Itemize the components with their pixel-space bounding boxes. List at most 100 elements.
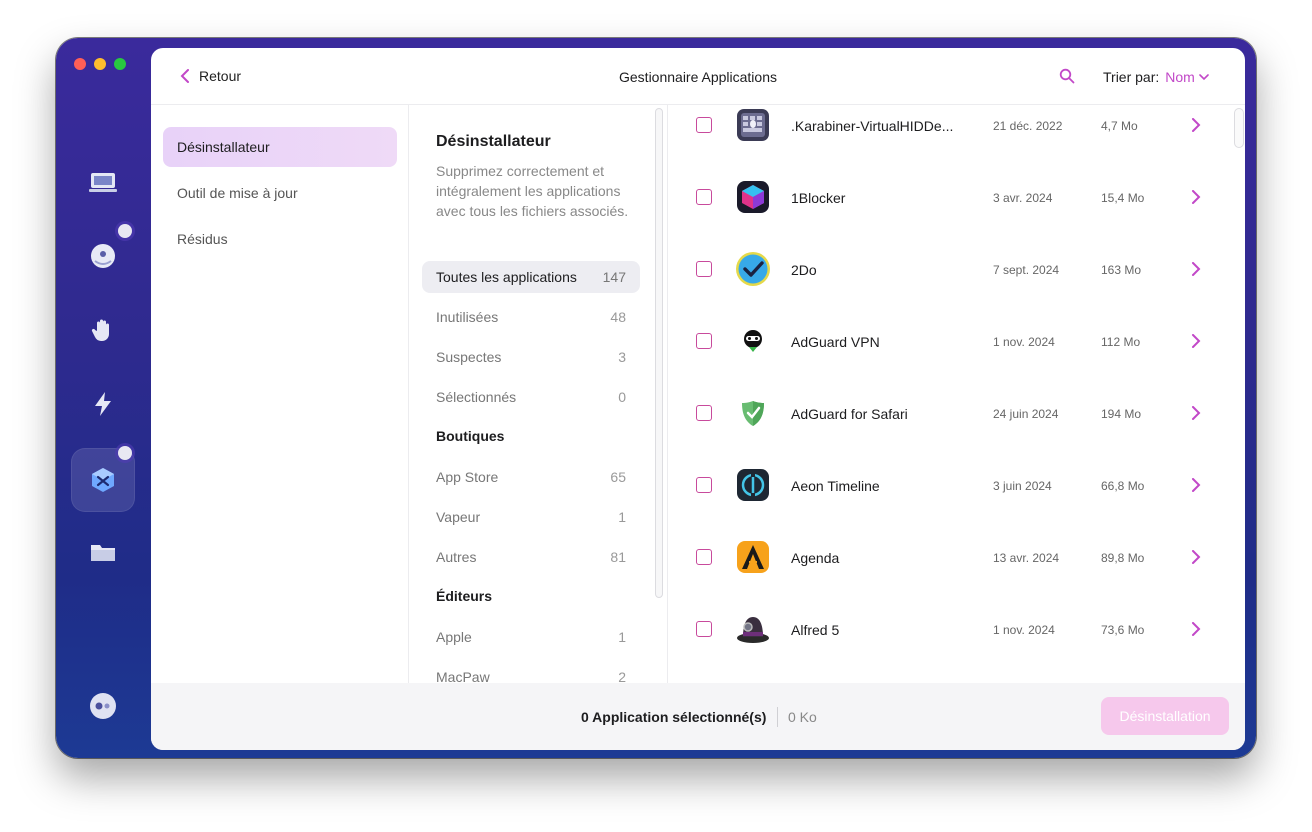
assistant-icon (90, 693, 116, 719)
shield-ball-icon (91, 244, 115, 268)
filter-count: 81 (610, 549, 626, 565)
monitor-icon (89, 173, 117, 192)
rail-item-cleanup[interactable] (71, 150, 135, 214)
app-date: 13 avr. 2024 (993, 551, 1060, 565)
lightning-icon (95, 392, 111, 416)
filter-panel: Désinstallateur Supprimez correctement e… (410, 105, 668, 683)
sort-label: Trier par: (1103, 69, 1160, 85)
sort-control[interactable]: Trier par: Nom (1103, 69, 1209, 85)
toolbar: Retour Gestionnaire Applications Trier p… (151, 48, 1245, 105)
filter-count: 0 (618, 389, 626, 405)
table-row[interactable]: Agenda 13 avr. 2024 89,8 Mo (669, 506, 1229, 578)
chevron-right-icon[interactable] (1191, 478, 1201, 492)
row-checkbox[interactable] (696, 189, 712, 205)
filter-heading: Désinstallateur (436, 133, 551, 150)
table-row[interactable]: .Karabiner-VirtualHIDDe... 21 déc. 2022 … (669, 105, 1229, 146)
alfred-icon (737, 617, 769, 643)
filter-scrollbar[interactable] (655, 108, 663, 598)
list-scrollbar[interactable] (1234, 108, 1244, 148)
row-checkbox[interactable] (696, 549, 712, 565)
app-size: 89,8 Mo (1101, 551, 1145, 565)
chevron-right-icon[interactable] (1191, 334, 1201, 348)
search-icon[interactable] (1059, 68, 1075, 84)
filter-count: 48 (610, 309, 626, 325)
app-list: .Karabiner-VirtualHIDDe... 21 déc. 2022 … (669, 105, 1245, 683)
app-size: 194 Mo (1101, 407, 1142, 421)
filter-label: Autres (436, 549, 477, 565)
app-name: AdGuard for Safari (791, 406, 908, 422)
rail-item-privacy[interactable] (71, 298, 135, 362)
sort-value[interactable]: Nom (1165, 69, 1209, 85)
selection-size: 0 Ko (788, 709, 817, 725)
app-size: 15,4 Mo (1101, 191, 1145, 205)
row-checkbox[interactable] (696, 261, 712, 277)
filter-description: Supprimez correctement et intégralement … (436, 163, 629, 219)
sidebar-item-label: Outil de mise à jour (177, 185, 298, 201)
filter-apple[interactable]: Apple 1 (422, 621, 640, 653)
sidebar: Désinstallateur Outil de mise à jour Rés… (151, 105, 409, 683)
row-checkbox[interactable] (696, 477, 712, 493)
app-date: 1 nov. 2024 (993, 335, 1055, 349)
filter-all-apps[interactable]: Toutes les applications 147 (422, 261, 640, 293)
app-size: 73,6 Mo (1101, 623, 1145, 637)
row-checkbox[interactable] (696, 333, 712, 349)
2do-icon (736, 252, 770, 286)
rail-item-assistant[interactable] (71, 674, 135, 738)
app-date: 3 juin 2024 (993, 479, 1052, 493)
app-name: 2Do (791, 262, 817, 278)
filter-label: MacPaw (436, 669, 490, 683)
agenda-icon (737, 541, 769, 573)
app-size: 163 Mo (1101, 263, 1142, 277)
filter-label: Sélectionnés (436, 389, 517, 405)
chevron-right-icon[interactable] (1191, 550, 1201, 564)
chevron-right-icon[interactable] (1191, 262, 1201, 276)
filter-suspicious[interactable]: Suspectes 3 (422, 341, 640, 373)
table-row[interactable]: AdGuard for Safari 24 juin 2024 194 Mo (669, 362, 1229, 434)
table-row[interactable]: AdGuard VPN 1 nov. 2024 112 Mo (669, 290, 1229, 362)
chevron-right-icon[interactable] (1191, 190, 1201, 204)
adguard-vpn-icon (744, 330, 762, 352)
aeon-timeline-icon (737, 469, 769, 501)
table-row[interactable]: Aeon Timeline 3 juin 2024 66,8 Mo (669, 434, 1229, 506)
sidebar-item-label: Désinstallateur (177, 139, 270, 155)
filter-count: 147 (602, 269, 626, 285)
chevron-right-icon[interactable] (1191, 622, 1201, 636)
app-date: 21 déc. 2022 (993, 119, 1063, 133)
1blocker-icon (737, 181, 769, 213)
filter-selected[interactable]: Sélectionnés 0 (422, 381, 640, 413)
page-title: Gestionnaire Applications (619, 69, 777, 85)
table-row[interactable]: 2Do 7 sept. 2024 163 Mo (669, 218, 1229, 290)
table-row[interactable]: Alfred 5 1 nov. 2024 73,6 Mo (669, 578, 1229, 650)
applications-icon (92, 468, 114, 492)
row-checkbox[interactable] (696, 621, 712, 637)
sidebar-item-updater[interactable]: Outil de mise à jour (163, 173, 397, 213)
rail-item-files[interactable] (71, 520, 135, 584)
main-panel: Retour Gestionnaire Applications Trier p… (151, 48, 1245, 750)
footer-bar: 0 Application sélectionné(s) 0 Ko Désins… (151, 683, 1245, 750)
chevron-right-icon[interactable] (1191, 118, 1201, 132)
sidebar-item-leftovers[interactable]: Résidus (163, 219, 397, 259)
filter-steam[interactable]: Vapeur 1 (422, 501, 640, 533)
filter-label: App Store (436, 469, 499, 485)
chevron-right-icon[interactable] (1191, 406, 1201, 420)
app-window: Retour Gestionnaire Applications Trier p… (56, 38, 1256, 758)
sidebar-item-label: Résidus (177, 231, 228, 247)
filter-count: 65 (610, 469, 626, 485)
filter-app-store[interactable]: App Store 65 (422, 461, 640, 493)
app-date: 24 juin 2024 (993, 407, 1059, 421)
notification-dot (118, 446, 132, 460)
row-checkbox[interactable] (696, 117, 712, 133)
module-rail (56, 38, 151, 758)
filter-unused[interactable]: Inutilisées 48 (422, 301, 640, 333)
app-name: 1Blocker (791, 190, 846, 206)
filter-macpaw[interactable]: MacPaw 2 (422, 661, 640, 683)
folder-icon (91, 545, 115, 561)
uninstall-button[interactable]: Désinstallation (1101, 697, 1229, 735)
table-row[interactable]: 1Blocker 3 avr. 2024 15,4 Mo (669, 146, 1229, 218)
app-name: .Karabiner-VirtualHIDDe... (791, 118, 954, 134)
sidebar-item-uninstaller[interactable]: Désinstallateur (163, 127, 397, 167)
rail-item-speed[interactable] (71, 372, 135, 436)
footer-divider (777, 707, 778, 727)
filter-others[interactable]: Autres 81 (422, 541, 640, 573)
row-checkbox[interactable] (696, 405, 712, 421)
